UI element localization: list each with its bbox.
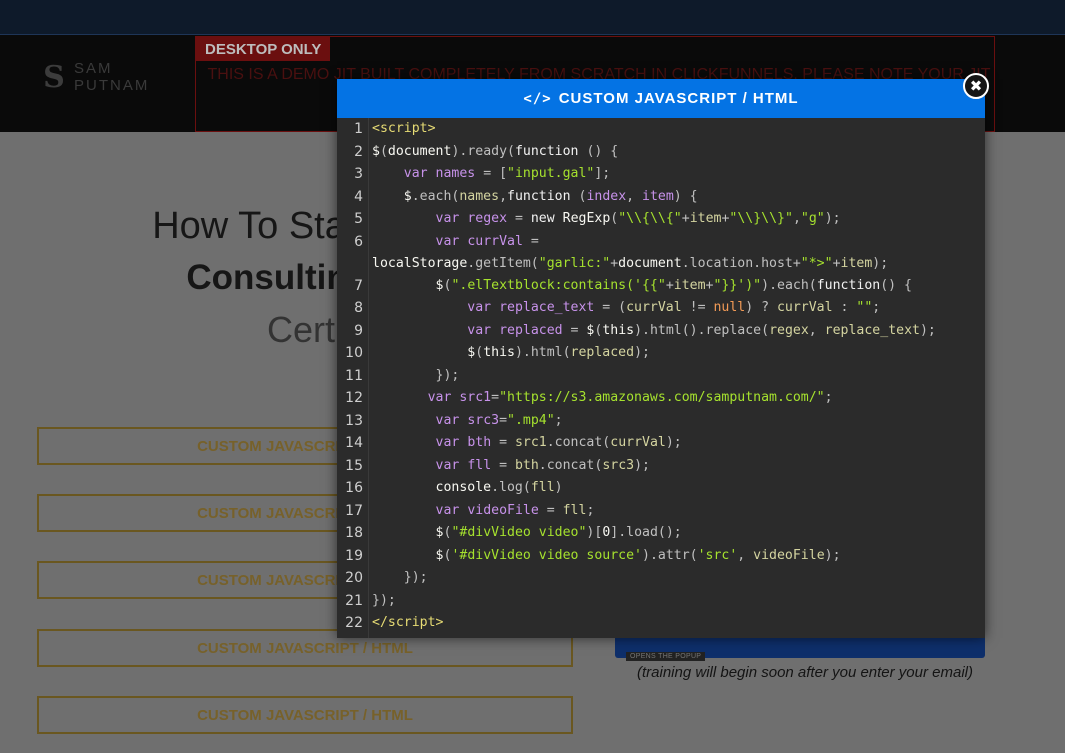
logo-line-2: PUTNAM [74,77,150,94]
code-line: 2 $(document).ready(function () { [354,141,985,164]
code-line: 7 $(".elTextblock:contains('{{"+item+"}}… [354,275,985,298]
line-number: 6 [354,233,363,250]
code-line: 15 var fll = bth.concat(src3); [345,455,985,478]
line-number: 8 [354,300,363,316]
training-note: (training will begin soon after you ente… [637,664,973,681]
code-editor[interactable]: 1 <script> 2 $(document).ready(function ()… [337,118,985,638]
code-line: 12 var src1="https://s3.amazonaws.com/sa… [345,387,985,410]
line-number: 19 [345,547,363,564]
line-number: 11 [345,367,363,384]
code-line: 11 }); [345,365,985,388]
line-number: 9 [354,322,363,339]
line-number: 21 [345,592,363,609]
close-icon[interactable]: ✖ [963,73,989,99]
code-line: 19 $('#divVideo video source').attr('src… [345,545,985,568]
line-number: 16 [345,480,363,496]
line-number: 2 [354,143,363,160]
custom-js-block-5: CUSTOM JAVASCRIPT / HTML [37,696,573,734]
line-number: 1 [354,121,363,137]
code-line: 9 var replaced = $(this).html().replace(… [354,320,985,343]
line-number: 14 [345,435,363,451]
logo-mark-icon: S [43,59,65,95]
line-number: 18 [345,525,363,541]
code-line: 4 $.each(names,function (index, item) { [354,186,985,209]
line-number: 5 [354,211,363,227]
line-number: 12 [345,390,363,406]
code-line: 6 var currVal = localStorage.getItem("ga… [354,231,985,275]
code-line: 18 $("#divVideo video")[0].load(); [345,522,985,545]
code-line: 20 }); [345,567,985,590]
line-number: 7 [354,277,363,294]
line-number: 15 [345,457,363,474]
line-number: 13 [345,412,363,429]
line-number: 4 [354,188,363,205]
code-line: 8 var replace_text = (currVal != null) ?… [354,297,985,320]
code-line: 22 </script> [345,612,985,635]
code-content: 1 <script> 2 $(document).ready(function ()… [345,118,985,635]
code-line: 10 $(this).html(replaced); [345,342,985,365]
custom-js-modal: </> CUSTOM JAVASCRIPT / HTML 1 <script> 2… [337,79,985,638]
modal-title: CUSTOM JAVASCRIPT / HTML [558,90,799,107]
code-line: 16 console.log(fll) [345,477,985,500]
brand-logo[interactable]: S SAM PUTNAM [42,59,149,95]
code-icon: </> [523,90,552,107]
line-number: 22 [345,615,363,631]
line-number: 20 [345,570,363,586]
code-line: 13 var src3=".mp4"; [345,410,985,433]
code-line: 14 var bth = src1.concat(currVal); [345,432,985,455]
top-bar [0,0,1065,35]
desktop-only-badge: DESKTOP ONLY [196,37,331,61]
opens-popup-tag: OPENS THE POPUP [626,652,706,661]
code-line: 1 <script> [354,118,985,141]
code-line: 21}); [345,590,985,613]
line-number: 3 [354,166,363,182]
code-line: 17 var videoFile = fll; [345,500,985,523]
logo-text: SAM PUTNAM [74,60,149,94]
code-line: 5 var regex = new RegExp("\\{\\{"+item+"… [354,208,985,231]
line-number: 17 [345,502,363,519]
code-line: 3 var names = ["input.gal"]; [354,163,985,186]
modal-header: </> CUSTOM JAVASCRIPT / HTML [337,79,985,118]
logo-line-1: SAM [74,60,113,77]
line-number: 10 [345,345,363,361]
